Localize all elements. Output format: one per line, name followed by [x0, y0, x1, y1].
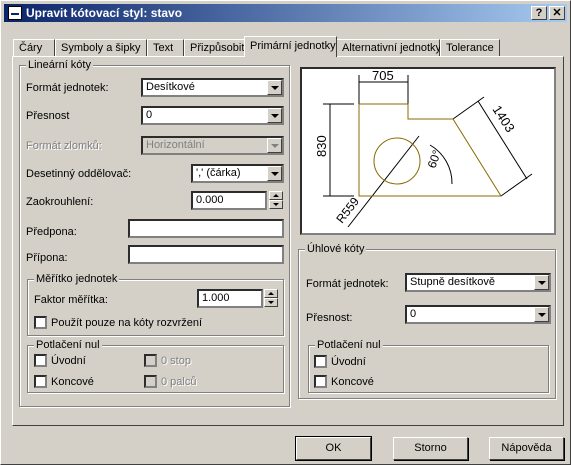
- chevron-down-icon[interactable]: [267, 108, 282, 123]
- layout-only-label: Použít pouze na kóty rozvržení: [51, 317, 203, 329]
- spin-up-icon[interactable]: [269, 191, 283, 200]
- tab-fit[interactable]: Přizpůsobit: [184, 39, 245, 57]
- spin-up-icon[interactable]: [264, 289, 278, 298]
- leading-zero-label: Úvodní: [51, 355, 86, 367]
- chevron-down-icon[interactable]: [267, 166, 282, 181]
- prefix-label: Předpona:: [26, 226, 77, 238]
- chevron-down-icon[interactable]: [534, 275, 549, 290]
- scale-factor-spinner[interactable]: [264, 289, 278, 308]
- radius-label: R559: [333, 194, 362, 225]
- tab-lines[interactable]: Čáry: [13, 39, 55, 57]
- dimension-preview: 705 830 1403 60° R559: [300, 67, 556, 235]
- spin-down-icon[interactable]: [269, 200, 283, 209]
- tab-text[interactable]: Text: [147, 39, 184, 57]
- angular-format-select[interactable]: Stupně desítkově: [405, 273, 551, 292]
- round-off-label: Zaokrouhlení:: [26, 196, 94, 208]
- zero-inches-checkbox[interactable]: [144, 375, 157, 388]
- angular-leading-zero-label: Úvodní: [331, 356, 366, 368]
- title-bar: Upravit kótovací styl: stavo ? ✕: [4, 4, 567, 22]
- angular-trailing-zero-label: Koncové: [331, 376, 374, 388]
- zero-feet-checkbox[interactable]: [144, 354, 157, 367]
- unit-format-select[interactable]: Desítkové: [141, 78, 284, 97]
- prefix-input[interactable]: [128, 219, 284, 238]
- dialog: Upravit kótovací styl: stavo ? ✕ Čáry Sy…: [0, 0, 571, 465]
- spin-down-icon[interactable]: [264, 298, 278, 307]
- dim-diag-label: 1403: [489, 102, 517, 134]
- preview-drawing: 705 830 1403 60° R559: [314, 69, 533, 228]
- chevron-down-icon[interactable]: [534, 307, 549, 322]
- close-button[interactable]: ✕: [549, 6, 565, 20]
- chevron-down-icon[interactable]: [267, 138, 282, 153]
- tab-primary-units[interactable]: Primární jednotky: [244, 36, 337, 57]
- cancel-button[interactable]: Storno: [393, 437, 468, 460]
- help-title-button[interactable]: ?: [531, 6, 547, 20]
- fraction-format-select[interactable]: Horizontální: [141, 136, 284, 155]
- layout-only-checkbox[interactable]: [34, 316, 47, 329]
- scale-factor-label: Faktor měřítka:: [34, 294, 108, 306]
- angular-format-label: Formát jednotek:: [306, 278, 389, 290]
- angular-precision-label: Přesnost:: [306, 312, 353, 324]
- dim-top-label: 705: [372, 69, 394, 83]
- zero-suppression-linear-title: Potlačení nul: [34, 339, 102, 351]
- suffix-label: Přípona:: [26, 252, 68, 264]
- round-off-input[interactable]: 0.000: [191, 191, 267, 210]
- angular-trailing-zero-checkbox[interactable]: [314, 375, 327, 388]
- precision-label: Přesnost: [26, 110, 70, 122]
- round-off-spinner[interactable]: [269, 191, 283, 210]
- angular-precision-select[interactable]: 0: [405, 305, 551, 324]
- ok-button[interactable]: OK: [295, 436, 372, 461]
- leading-zero-checkbox[interactable]: [34, 354, 47, 367]
- help-button[interactable]: Nápověda: [489, 437, 564, 460]
- decimal-separator-label: Desetinný oddělovač:: [26, 168, 132, 180]
- angular-leading-zero-checkbox[interactable]: [314, 355, 327, 368]
- angle-label: 60°: [425, 148, 444, 170]
- unit-format-label: Formát jednotek:: [26, 82, 109, 94]
- tab-alternate-units[interactable]: Alternativní jednotky: [336, 39, 441, 57]
- angular-dims-title: Úhlové kóty: [305, 243, 367, 255]
- trailing-zero-label: Koncové: [51, 376, 94, 388]
- trailing-zero-checkbox[interactable]: [34, 375, 47, 388]
- tab-tolerance[interactable]: Tolerance: [440, 39, 500, 57]
- scale-title: Měřítko jednotek: [34, 273, 120, 285]
- dim-left-label: 830: [314, 135, 329, 157]
- precision-select[interactable]: 0: [141, 106, 284, 125]
- chevron-down-icon[interactable]: [267, 80, 282, 95]
- suffix-input[interactable]: [128, 245, 284, 264]
- tab-symbols-arrows[interactable]: Symboly a šipky: [55, 39, 147, 57]
- window-title: Upravit kótovací styl: stavo: [26, 6, 183, 20]
- fraction-format-label: Formát zlomků:: [26, 140, 102, 152]
- zero-inches-label: 0 palců: [161, 376, 197, 388]
- linear-dims-title: Lineární kóty: [26, 59, 93, 71]
- zero-feet-label: 0 stop: [161, 355, 191, 367]
- scale-factor-input[interactable]: 1.000: [197, 289, 263, 308]
- app-icon: [8, 6, 22, 20]
- decimal-separator-select[interactable]: ',' (čárka): [191, 164, 284, 183]
- zero-suppression-angular-title: Potlačení nul: [315, 339, 383, 351]
